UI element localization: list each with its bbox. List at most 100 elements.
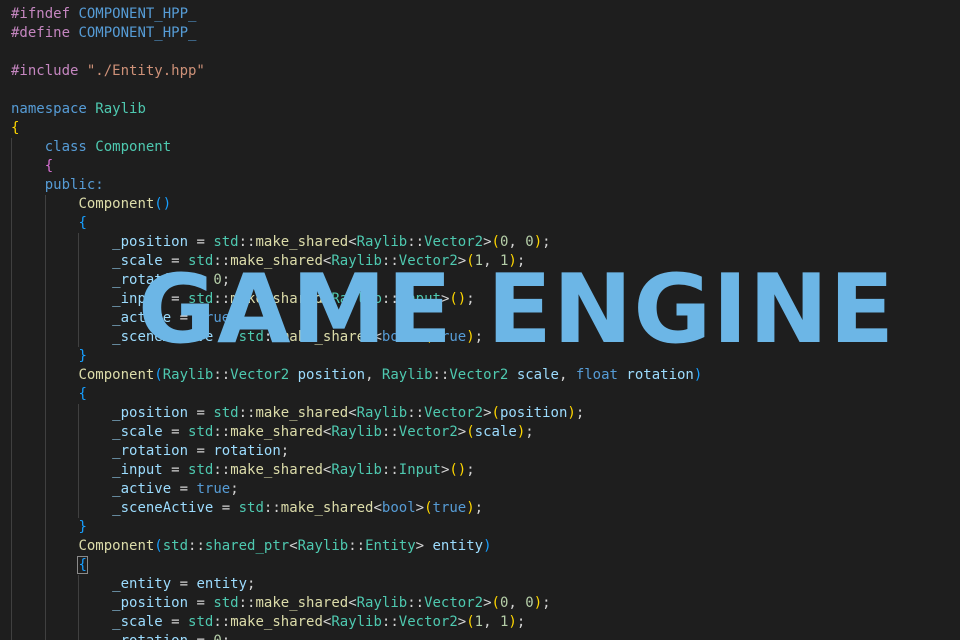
code-token: > xyxy=(483,595,492,611)
indent-guide xyxy=(44,423,46,442)
indent-guide xyxy=(78,632,80,640)
code-line[interactable]: _sceneActive = std::make_shared<bool>(tr… xyxy=(11,499,702,518)
code-token: :: xyxy=(381,424,399,440)
code-token: make_shared xyxy=(230,424,323,440)
code-token: :: xyxy=(407,234,425,250)
code-token: , xyxy=(558,367,576,383)
code-line[interactable]: _position = std::make_shared<Raylib::Vec… xyxy=(11,233,702,252)
code-line[interactable]: _active = true; xyxy=(11,480,702,499)
code-token: namespace xyxy=(11,101,96,117)
code-token: = xyxy=(188,405,214,421)
code-token: Raylib xyxy=(381,367,433,383)
code-token: { xyxy=(77,556,88,574)
code-token: Raylib xyxy=(356,595,408,611)
code-token: rotation xyxy=(626,367,694,383)
code-line[interactable]: { xyxy=(11,119,702,138)
indent-guide xyxy=(78,499,80,518)
code-token: = xyxy=(188,443,214,459)
code-line[interactable]: _rotation = rotation; xyxy=(11,442,702,461)
code-token: #ifndef xyxy=(11,6,79,22)
indent-guide xyxy=(44,499,46,518)
code-token: { xyxy=(78,215,87,231)
indent-guide xyxy=(44,271,46,290)
code-token: :: xyxy=(213,614,231,630)
code-token: Raylib xyxy=(95,101,146,117)
code-line[interactable] xyxy=(11,81,702,100)
indent-guide xyxy=(11,328,12,347)
code-token: ( xyxy=(154,538,163,554)
code-token: make_shared xyxy=(255,405,349,421)
code-token: ( xyxy=(424,500,433,516)
code-token: std xyxy=(238,500,264,516)
code-line[interactable]: _rotation = 0; xyxy=(11,632,702,640)
code-line[interactable]: _entity = entity; xyxy=(11,575,702,594)
code-token: bool xyxy=(381,500,416,516)
indent-guide xyxy=(44,366,46,385)
code-token: _rotation xyxy=(112,633,188,640)
code-token: ( xyxy=(466,614,475,630)
code-token: 1 xyxy=(474,614,484,630)
indent-guide xyxy=(44,309,46,328)
indent-guide xyxy=(11,518,12,537)
code-line[interactable]: namespace Raylib xyxy=(11,100,702,119)
code-line[interactable]: _scale = std::make_shared<Raylib::Vector… xyxy=(11,423,702,442)
indent-guide xyxy=(44,594,46,613)
indent-guide xyxy=(44,537,46,556)
code-line[interactable]: _position = std::make_shared<Raylib::Vec… xyxy=(11,594,702,613)
code-token: () xyxy=(449,462,467,478)
indent-guide xyxy=(11,385,12,404)
code-line[interactable]: #ifndef COMPONENT_HPP_ xyxy=(11,5,702,24)
code-line[interactable]: _scale = std::make_shared<Raylib::Vector… xyxy=(11,613,702,632)
code-line[interactable]: } xyxy=(11,518,702,537)
code-token: Raylib xyxy=(331,424,382,440)
code-line[interactable]: Component() xyxy=(11,195,702,214)
code-line[interactable]: #define COMPONENT_HPP_ xyxy=(11,24,702,43)
indent-guide xyxy=(11,176,12,195)
indent-guide xyxy=(11,138,12,157)
code-line[interactable]: Component(std::shared_ptr<Raylib::Entity… xyxy=(11,537,702,556)
code-token: COMPONENT_HPP_ xyxy=(78,6,197,22)
code-line[interactable]: #include "./Entity.hpp" xyxy=(11,62,702,81)
code-line[interactable] xyxy=(11,43,702,62)
code-token: < xyxy=(348,234,357,250)
code-token: Component xyxy=(78,196,155,212)
code-token: = xyxy=(171,576,197,592)
indent-guide xyxy=(44,613,46,632)
indent-guide xyxy=(11,309,12,328)
code-token: Raylib xyxy=(162,367,214,383)
overlay-title: GAME ENGINE xyxy=(138,255,896,365)
indent-guide xyxy=(78,309,80,328)
code-token: Vector2 xyxy=(398,424,458,440)
code-line[interactable]: _position = std::make_shared<Raylib::Vec… xyxy=(11,404,702,423)
code-token: COMPONENT_HPP_ xyxy=(78,25,197,41)
code-token: std xyxy=(188,462,214,478)
code-token: , xyxy=(508,234,526,250)
code-token: _scale xyxy=(112,424,163,440)
code-token: :: xyxy=(238,405,256,421)
code-token: :: xyxy=(213,367,231,383)
code-token: #define xyxy=(11,25,79,41)
indent-guide xyxy=(78,594,80,613)
code-line[interactable]: public: xyxy=(11,176,702,195)
code-line[interactable]: { xyxy=(11,214,702,233)
code-line[interactable]: { xyxy=(11,385,702,404)
code-token: ) xyxy=(693,367,703,383)
code-line[interactable]: { xyxy=(11,157,702,176)
code-token: _scale xyxy=(112,614,163,630)
code-editor[interactable]: #ifndef COMPONENT_HPP_ #define COMPONENT_… xyxy=(0,0,960,640)
code-line[interactable]: _input = std::make_shared<Raylib::Input>… xyxy=(11,461,702,480)
code-line[interactable]: Component(Raylib::Vector2 position, Rayl… xyxy=(11,366,702,385)
code-token: < xyxy=(348,405,357,421)
code-line[interactable]: { xyxy=(11,556,702,575)
code-token: make_shared xyxy=(230,614,323,630)
code-token: rotation xyxy=(213,443,281,459)
indent-guide xyxy=(78,233,80,252)
code-line[interactable]: class Component xyxy=(11,138,702,157)
code-token: :: xyxy=(213,462,231,478)
code-token: public: xyxy=(44,177,104,193)
code-token: ( xyxy=(491,595,500,611)
